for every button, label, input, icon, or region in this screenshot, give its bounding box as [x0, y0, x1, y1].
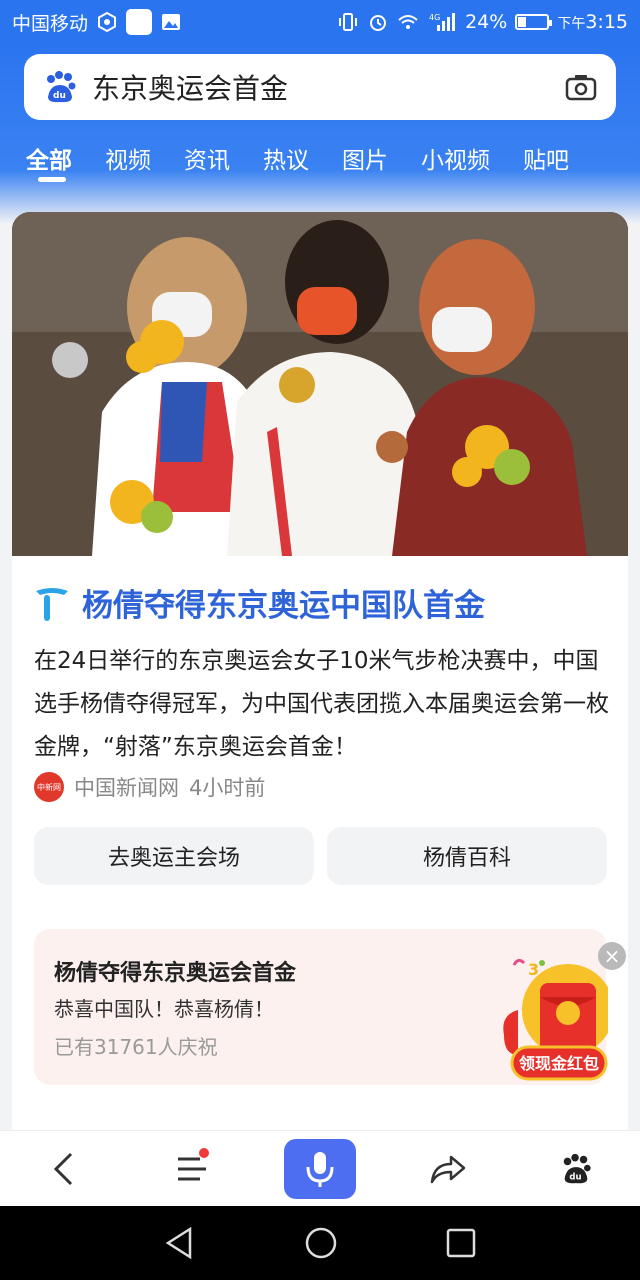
red-packet-label: 领现金红包 — [519, 1054, 599, 1073]
banner-subtitle: 恭喜中国队！恭喜杨倩！ — [54, 997, 274, 1021]
nav-home-icon[interactable] — [304, 1226, 338, 1260]
tab-discussion[interactable]: 热议 — [263, 141, 309, 175]
tab-news[interactable]: 资讯 — [184, 141, 230, 175]
menu-button[interactable] — [128, 1131, 256, 1207]
share-icon — [430, 1155, 466, 1183]
source-time: 4小时前 — [189, 776, 266, 800]
tab-video[interactable]: 视频 — [105, 141, 151, 175]
wifi-icon — [398, 15, 418, 29]
system-nav-bar — [0, 1206, 640, 1280]
search-header: du 东京奥运会首金 全部 视频 资讯 热议 图片 小视频 贴吧 — [0, 44, 640, 224]
app-notification-icon — [126, 9, 153, 35]
battery-icon — [515, 14, 553, 30]
alarm-icon — [370, 15, 387, 31]
tab-images[interactable]: 图片 — [342, 141, 388, 175]
baidu-paw-icon: du — [563, 1153, 591, 1183]
baidu-home-button[interactable]: du — [512, 1131, 640, 1207]
status-bar: 中国移动 4G 24% 下午3:15 — [0, 0, 640, 44]
tab-all[interactable]: 全部 — [26, 141, 72, 175]
celebration-count: 已有31761人庆祝 — [54, 1035, 218, 1059]
close-icon[interactable]: × — [598, 942, 626, 970]
search-box[interactable]: du 东京奥运会首金 — [24, 54, 616, 120]
red-envelope-icon: 3 领现金红包 — [503, 958, 614, 1081]
olympics-venue-button[interactable]: 去奥运主会场 — [34, 827, 314, 885]
battery-percent: 24% — [465, 11, 508, 33]
photo-illustration — [12, 212, 628, 556]
search-input[interactable]: 东京奥运会首金 — [92, 67, 564, 107]
nav-recents-icon[interactable] — [446, 1228, 476, 1258]
source-logo: 中新网 — [34, 772, 64, 802]
nav-back-icon[interactable] — [164, 1226, 196, 1260]
tab-tieba[interactable]: 贴吧 — [523, 141, 569, 175]
svg-text:du: du — [569, 1172, 581, 1182]
result-headline[interactable]: 杨倩夺得东京奥运中国队首金 — [34, 580, 485, 625]
medal-ceremony-photo[interactable] — [12, 212, 628, 556]
svg-text:4G: 4G — [429, 13, 440, 22]
baidu-paw-icon[interactable]: du — [42, 69, 78, 105]
result-source: 中新网 中国新闻网 4小时前 — [34, 772, 265, 802]
svg-text:du: du — [53, 91, 66, 101]
bottom-toolbar: du — [0, 1130, 640, 1206]
source-name: 中国新闻网 — [74, 776, 179, 800]
red-packet-widget[interactable]: 3 领现金红包 — [498, 955, 614, 1085]
search-tabs: 全部 视频 资讯 热议 图片 小视频 贴吧 — [0, 132, 640, 184]
vibrate-icon — [339, 13, 358, 31]
camera-icon[interactable] — [564, 70, 598, 104]
mic-icon — [306, 1151, 334, 1187]
headline-text[interactable]: 杨倩夺得东京奥运中国队首金 — [82, 580, 485, 625]
notification-dot — [199, 1147, 209, 1158]
sync-icon — [98, 11, 117, 33]
clock: 下午3:15 — [557, 11, 628, 33]
banner-title: 杨倩夺得东京奥运会首金 — [54, 961, 297, 986]
back-button[interactable] — [0, 1131, 128, 1207]
quick-actions: 去奥运主会场 杨倩百科 — [34, 827, 607, 885]
shooting-icon — [36, 587, 68, 621]
carrier-label: 中国移动 — [12, 12, 89, 35]
active-tab-indicator — [38, 177, 66, 182]
tab-short-video[interactable]: 小视频 — [421, 141, 490, 175]
menu-icon — [178, 1157, 206, 1180]
result-summary: 在24日举行的东京奥运会女子10米气步枪决赛中，中国选手杨倩夺得冠军，为中国代表… — [34, 648, 609, 760]
share-button[interactable] — [384, 1131, 512, 1207]
back-icon — [53, 1152, 73, 1185]
voice-search-button[interactable] — [256, 1131, 384, 1207]
yang-qian-wiki-button[interactable]: 杨倩百科 — [327, 827, 607, 885]
mic-button[interactable] — [284, 1138, 356, 1199]
gallery-icon — [162, 14, 181, 30]
signal-icon: 4G — [429, 13, 456, 31]
